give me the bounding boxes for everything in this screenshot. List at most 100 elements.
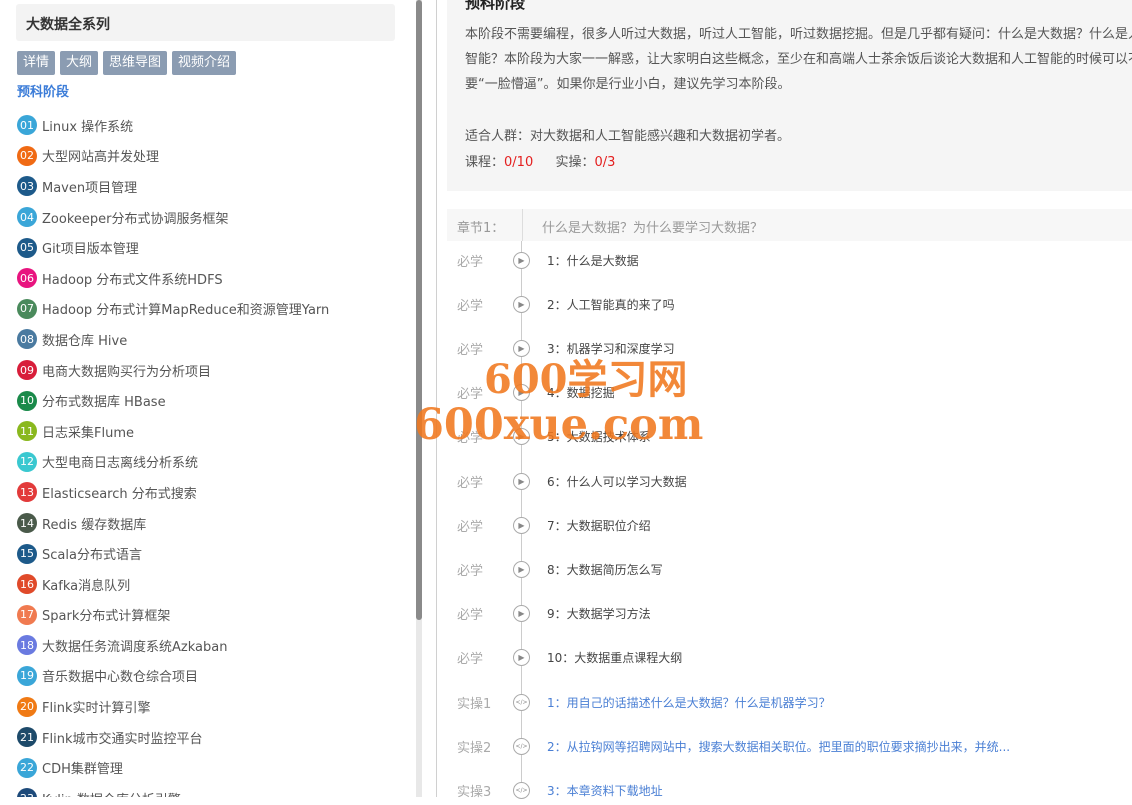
play-icon[interactable]: ▶: [513, 649, 530, 667]
course-item[interactable]: 14 Redis 缓存数据库: [17, 508, 407, 539]
course-item[interactable]: 11 日志采集Flume: [17, 416, 407, 447]
course-item[interactable]: 16 Kafka消息队列: [17, 569, 407, 600]
play-icon[interactable]: ▶: [513, 384, 530, 402]
lesson-row[interactable]: 必学 ▶ 1：什么是大数据: [447, 245, 1127, 275]
code-icon[interactable]: </>: [513, 781, 530, 799]
lesson-title[interactable]: 7：大数据职位介绍: [547, 517, 651, 534]
course-progress-value: 0/10: [504, 155, 534, 170]
tab-mindmap[interactable]: 思维导图: [103, 51, 168, 75]
lesson-title[interactable]: 8：大数据简历怎么写: [547, 561, 663, 578]
course-number-badge: 05: [17, 237, 37, 258]
code-icon[interactable]: </>: [513, 693, 530, 711]
course-number-badge: 14: [17, 513, 37, 534]
course-item[interactable]: 02 大型网站高并发处理: [17, 141, 407, 172]
course-item[interactable]: 23 Kylin 数据仓库分析引擎: [17, 783, 407, 797]
tab-bar: 详情 大纲 思维导图 视频介绍: [17, 51, 237, 75]
lesson-type: 实操1: [457, 696, 492, 712]
lesson-row[interactable]: 实操1 </> 1：用自己的话描述什么是大数据？什么是机器学习？: [447, 687, 1127, 717]
play-icon[interactable]: ▶: [513, 472, 530, 490]
course-item[interactable]: 13 Elasticsearch 分布式搜索: [17, 477, 407, 508]
course-name: Zookeeper分布式协调服务框架: [42, 211, 229, 227]
lesson-type: 必学: [457, 298, 484, 314]
lesson-row[interactable]: 必学 ▶ 5：大数据技术体系: [447, 422, 1127, 452]
lesson-row[interactable]: 必学 ▶ 8：大数据简历怎么写: [447, 554, 1127, 584]
stage-title: 预科阶段: [465, 0, 526, 12]
chapter-header[interactable]: 章节1： 什么是大数据？为什么要学习大数据？: [447, 209, 1132, 241]
course-item[interactable]: 21 Flink城市交通实时监控平台: [17, 722, 407, 753]
course-name: 数据仓库 Hive: [42, 333, 128, 349]
course-number-badge: 15: [17, 543, 37, 564]
lesson-title[interactable]: 10：大数据重点课程大纲: [547, 649, 682, 666]
course-item[interactable]: 04 Zookeeper分布式协调服务框架: [17, 202, 407, 233]
course-name: 分布式数据库 HBase: [42, 395, 166, 411]
tab-details[interactable]: 详情: [17, 51, 56, 75]
course-item[interactable]: 06 Hadoop 分布式文件系统HDFS: [17, 263, 407, 294]
course-item[interactable]: 19 音乐数据中心数仓综合项目: [17, 661, 407, 692]
course-item[interactable]: 05 Git项目版本管理: [17, 232, 407, 263]
lesson-row[interactable]: 必学 ▶ 7：大数据职位介绍: [447, 510, 1127, 540]
code-icon[interactable]: </>: [513, 737, 530, 755]
course-item[interactable]: 18 大数据任务流调度系统Azkaban: [17, 630, 407, 661]
course-number-badge: 03: [17, 176, 37, 197]
lesson-row[interactable]: 必学 ▶ 4：数据挖掘: [447, 378, 1127, 408]
course-number-badge: 12: [17, 451, 37, 472]
course-item[interactable]: 10 分布式数据库 HBase: [17, 385, 407, 416]
lesson-title[interactable]: 1：什么是大数据: [547, 252, 639, 269]
lesson-title[interactable]: 1：用自己的话描述什么是大数据？什么是机器学习？: [547, 694, 831, 711]
course-item[interactable]: 07 Hadoop 分布式计算MapReduce和资源管理Yarn: [17, 294, 407, 325]
course-number-badge: 06: [17, 268, 37, 289]
course-name: 大型电商日志离线分析系统: [42, 456, 199, 472]
lesson-type: 必学: [457, 652, 484, 668]
play-icon[interactable]: ▶: [513, 428, 530, 446]
lesson-title[interactable]: 6：什么人可以学习大数据: [547, 473, 687, 490]
course-item[interactable]: 01 Linux 操作系统: [17, 110, 407, 141]
lesson-row[interactable]: 必学 ▶ 2：人工智能真的来了吗: [447, 289, 1127, 319]
play-icon[interactable]: ▶: [513, 605, 530, 623]
lesson-row[interactable]: 必学 ▶ 9：大数据学习方法: [447, 599, 1127, 629]
course-name: Kafka消息队列: [42, 578, 131, 594]
lesson-title[interactable]: 3：本章资料下载地址: [547, 782, 663, 799]
lesson-title[interactable]: 5：大数据技术体系: [547, 428, 651, 445]
tab-outline[interactable]: 大纲: [60, 51, 99, 75]
lesson-row[interactable]: 必学 ▶ 3：机器学习和深度学习: [447, 333, 1127, 363]
lesson-row[interactable]: 必学 ▶ 6：什么人可以学习大数据: [447, 466, 1127, 496]
course-name: Elasticsearch 分布式搜索: [42, 486, 197, 502]
course-item[interactable]: 12 大型电商日志离线分析系统: [17, 447, 407, 478]
course-item[interactable]: 20 Flink实时计算引擎: [17, 691, 407, 722]
course-item[interactable]: 22 CDH集群管理: [17, 752, 407, 783]
lesson-row[interactable]: 实操3 </> 3：本章资料下载地址: [447, 775, 1127, 805]
course-number-badge: 23: [17, 788, 37, 797]
stage-label[interactable]: 预科阶段: [17, 81, 69, 100]
course-number-badge: 08: [17, 329, 37, 350]
course-list: 01 Linux 操作系统 02 大型网站高并发处理 03 Maven项目管理 04 Zook…: [17, 110, 407, 797]
practice-progress-value: 0/3: [594, 155, 616, 170]
course-number-badge: 21: [17, 727, 37, 748]
course-item[interactable]: 17 Spark分布式计算框架: [17, 600, 407, 631]
course-name: Git项目版本管理: [42, 242, 139, 258]
tab-video-intro[interactable]: 视频介绍: [172, 51, 237, 75]
lesson-row[interactable]: 必学 ▶ 10：大数据重点课程大纲: [447, 643, 1127, 673]
course-item[interactable]: 09 电商大数据购买行为分析项目: [17, 355, 407, 386]
play-icon[interactable]: ▶: [513, 339, 530, 357]
sidebar-scrollbar-thumb[interactable]: [416, 0, 422, 620]
course-name: Maven项目管理: [42, 180, 138, 196]
lesson-type: 必学: [457, 254, 484, 270]
course-item[interactable]: 08 数据仓库 Hive: [17, 324, 407, 355]
lesson-title[interactable]: 2：人工智能真的来了吗: [547, 296, 675, 313]
course-name: Flink实时计算引擎: [42, 701, 151, 717]
lesson-title[interactable]: 9：大数据学习方法: [547, 605, 651, 622]
lesson-row[interactable]: 实操2 </> 2：从拉钩网等招聘网站中，搜索大数据相关职位。把里面的职位要求摘抄出…: [447, 731, 1127, 761]
lesson-title[interactable]: 2：从拉钩网等招聘网站中，搜索大数据相关职位。把里面的职位要求摘抄出来，并统..…: [547, 738, 1010, 755]
lesson-title[interactable]: 3：机器学习和深度学习: [547, 340, 675, 357]
course-item[interactable]: 15 Scala分布式语言: [17, 538, 407, 569]
lesson-title[interactable]: 4：数据挖掘: [547, 384, 615, 401]
play-icon[interactable]: ▶: [513, 295, 530, 313]
course-number-badge: 07: [17, 298, 37, 319]
stage-intro-panel: 预科阶段 本阶段不需要编程，很多人听过大数据，听过人工智能，听过数据挖掘。但是几…: [447, 0, 1132, 191]
course-number-badge: 09: [17, 360, 37, 381]
play-icon[interactable]: ▶: [513, 560, 530, 578]
course-item[interactable]: 03 Maven项目管理: [17, 171, 407, 202]
course-name: 日志采集Flume: [42, 425, 134, 441]
play-icon[interactable]: ▶: [513, 516, 530, 534]
play-icon[interactable]: ▶: [513, 251, 530, 269]
